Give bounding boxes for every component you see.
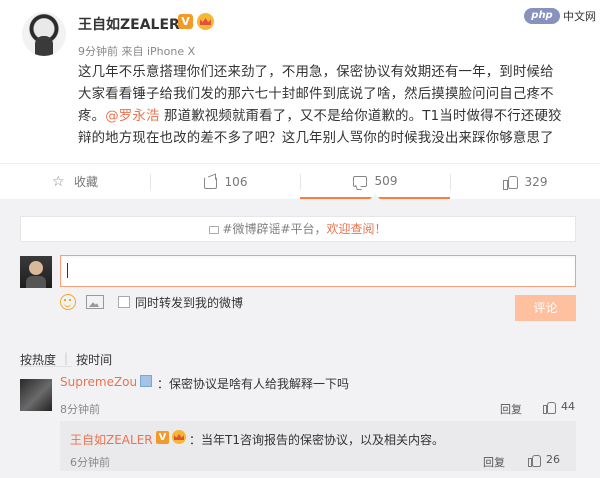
my-avatar [20, 256, 52, 288]
weibo-post: 王自如ZEALER V 9分钟前 来自 iPhone X 这几年不乐意搭理你们还… [0, 0, 600, 160]
verified-badge-icon: V [178, 14, 193, 29]
comment-text: ：保密协议是啥有人给我解释一下吗 [157, 377, 350, 391]
sort-by-time-tab[interactable]: 按时间 [76, 351, 112, 368]
comment-button[interactable]: 509 [300, 164, 450, 199]
reply-text: ：当年T1咨询报告的保密协议，以及相关内容。 [189, 433, 444, 447]
comment-like-button[interactable]: 44 [543, 400, 575, 414]
text-caret [67, 263, 68, 278]
user-level-icon [140, 375, 153, 387]
member-crown-icon [172, 430, 186, 444]
notice-link[interactable]: 欢迎查阅！ [327, 222, 387, 236]
author-name[interactable]: 王自如ZEALER [78, 14, 180, 34]
thumbs-up-icon [543, 401, 556, 414]
author-avatar[interactable] [22, 12, 66, 56]
reply-button[interactable]: 回复 [483, 454, 505, 470]
reply-like-button[interactable]: 26 [528, 453, 560, 467]
post-time[interactable]: 9分钟前 [78, 45, 118, 58]
active-sort-underline [20, 366, 72, 367]
favorite-label: 收藏 [73, 175, 98, 189]
mention-link[interactable]: @罗永浩 [105, 109, 159, 124]
watermark-text: 中文网 [563, 10, 596, 23]
post-body: 这几年不乐意搭理你们还来劲了，不用急，保密协议有效期还有一年，到时候给 大家看看… [78, 62, 578, 150]
reply-button[interactable]: 回复 [500, 401, 522, 417]
favorite-button[interactable]: ☆ 收藏 [0, 164, 150, 199]
like-count: 329 [524, 174, 548, 189]
image-icon[interactable] [86, 295, 104, 309]
notice-text: #微博辟谣#平台， [222, 222, 327, 236]
post-action-bar: ☆ 收藏 106 509 329 [0, 163, 600, 199]
sync-repost-label[interactable]: 同时转发到我的微博 [135, 294, 243, 311]
comment-tools: 同时转发到我的微博 [60, 293, 243, 311]
notice-icon [209, 226, 220, 234]
verified-badge-icon: V [156, 431, 169, 444]
comment-username: SupremeZou [60, 375, 153, 389]
reply-item: 王自如ZEALER V ：当年T1咨询报告的保密协议，以及相关内容。 6分钟前 … [60, 421, 576, 471]
site-watermark: php 中文网 [524, 6, 596, 26]
post-source: 来自 iPhone X [121, 45, 196, 58]
sync-repost-checkbox[interactable] [118, 296, 130, 308]
rumor-notice-banner[interactable]: #微博辟谣#平台，欢迎查阅！ [20, 216, 576, 242]
php-logo: php [524, 8, 560, 24]
submit-comment-button[interactable]: 评论 [515, 295, 576, 321]
comment-icon [352, 176, 367, 187]
repost-icon [203, 175, 217, 189]
like-button[interactable]: 329 [450, 164, 600, 199]
post-meta: 9分钟前 来自 iPhone X [78, 43, 195, 59]
thumbs-up-icon [502, 175, 518, 190]
star-icon: ☆ [51, 173, 65, 190]
repost-button[interactable]: 106 [150, 164, 300, 199]
member-crown-icon [197, 13, 214, 30]
emoji-icon[interactable] [60, 294, 76, 310]
comment-like-count: 44 [561, 400, 575, 413]
comment-time: 8分钟前 [60, 403, 100, 416]
comment-input[interactable] [60, 255, 576, 287]
repost-count: 106 [224, 174, 248, 189]
comments-section: #微博辟谣#平台，欢迎查阅！ 同时转发到我的微博 评论 按热度 | 按时间 Su… [0, 199, 600, 478]
comment-username-link[interactable]: SupremeZou [60, 375, 137, 389]
reply-time: 6分钟前 [70, 456, 110, 469]
reply-username[interactable]: 王自如ZEALER [70, 431, 153, 448]
thumbs-up-icon [528, 454, 541, 467]
comment-avatar[interactable] [20, 379, 52, 411]
comment-count: 509 [374, 173, 398, 188]
reply-like-count: 26 [546, 453, 560, 466]
